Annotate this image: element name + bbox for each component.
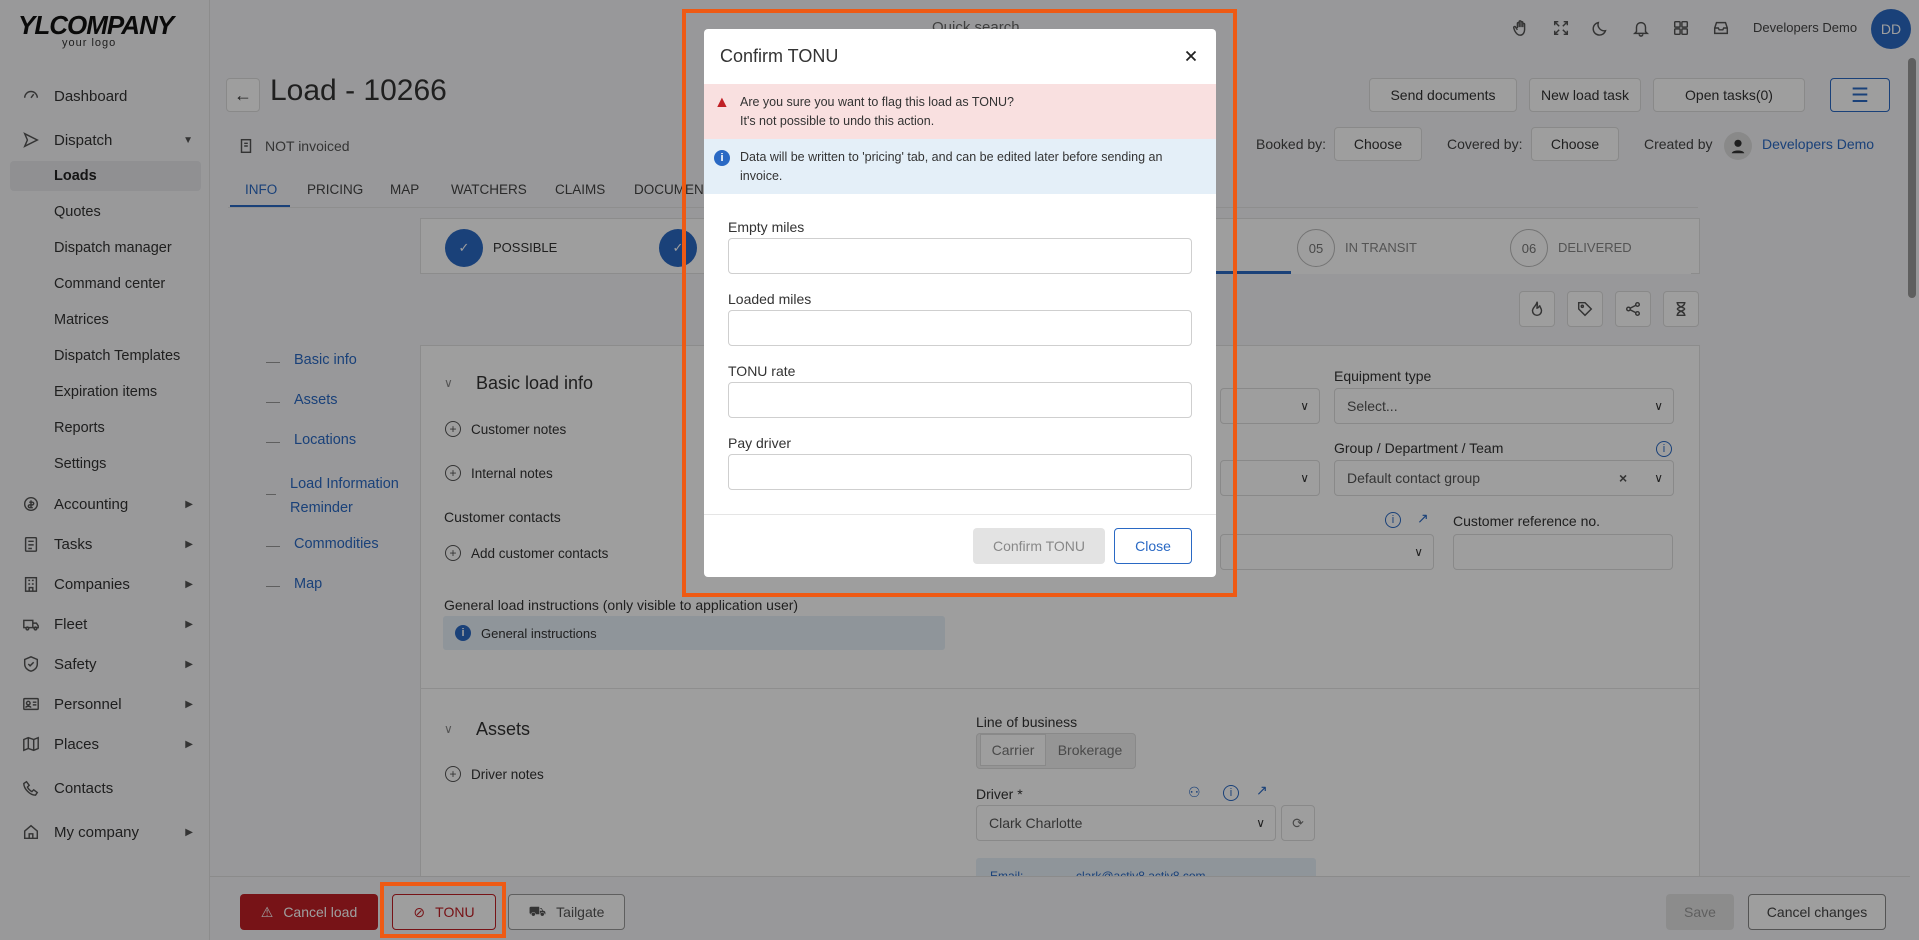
highlight-tonu-box (380, 882, 506, 938)
highlight-modal-box (682, 9, 1237, 597)
